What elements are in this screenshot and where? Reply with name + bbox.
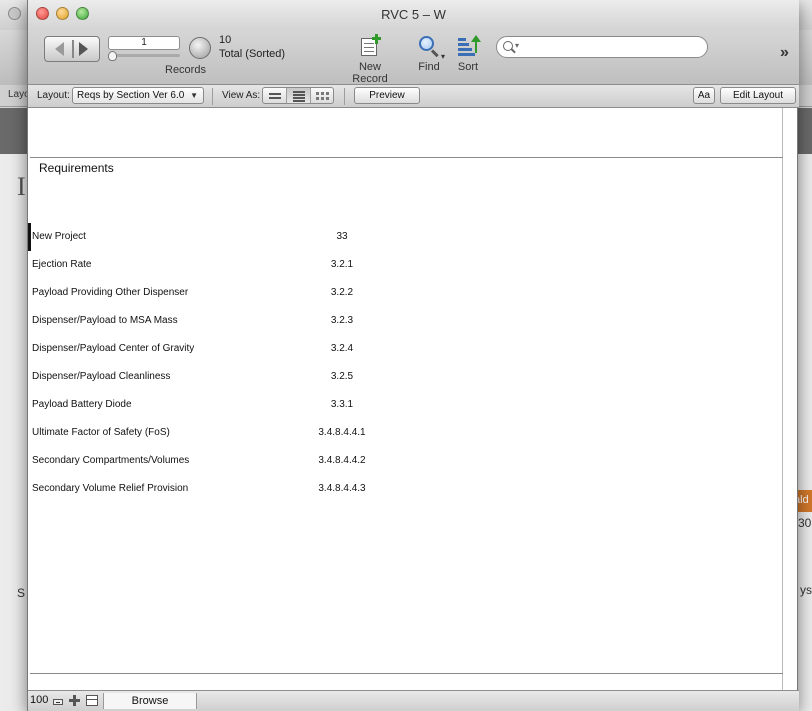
chevron-down-icon: ▼ [190,91,198,100]
requirement-name[interactable]: Dispenser/Payload to MSA Mass [32,315,178,326]
table-row[interactable]: Dispenser/Payload Center of Gravity 3.2.… [30,335,783,363]
zoom-in-icon[interactable] [69,695,80,706]
magnifier-icon: ▾ [417,34,445,61]
requirement-name[interactable]: Secondary Compartments/Volumes [32,455,189,466]
divider [344,88,345,105]
toolbar-overflow-icon[interactable]: » [780,44,789,62]
main-window: RVC 5 – W 1 10 Total (Sorted) Records Ne… [27,0,799,711]
toggle-toolbar-icon[interactable] [86,695,98,706]
report-title: Requirements [39,161,114,175]
table-row[interactable]: Payload Providing Other Dispenser 3.2.2 [30,279,783,307]
list-view-icon[interactable] [287,88,311,103]
layout-label: Layout: [37,90,70,101]
book-spine-icon [72,40,74,58]
preview-button[interactable]: Preview [354,87,420,104]
header-part [30,108,783,158]
found-status: Total (Sorted) [219,48,286,60]
mode-popup[interactable]: Browse [103,693,197,709]
requirement-section[interactable]: 3.2.4 [290,343,394,354]
background-label-ys: ys [800,583,812,597]
table-row[interactable]: New Project 33 [28,223,783,251]
divider [212,88,213,105]
sort-label: Sort [457,61,479,73]
window-title: RVC 5 – W [381,7,446,22]
requirement-name[interactable]: Secondary Volume Relief Provision [32,483,188,494]
previous-record-icon[interactable] [55,42,64,56]
edit-layout-button[interactable]: Edit Layout [720,87,796,104]
table-view-icon[interactable] [311,88,335,103]
record-slider-thumb[interactable] [108,51,117,61]
table-row[interactable]: Payload Battery Diode 3.3.1 [30,391,783,419]
background-title-letter: I [17,172,26,201]
background-close-button[interactable] [8,7,21,20]
active-record-indicator [28,223,31,251]
footer-part-divider [30,673,783,674]
current-record-field[interactable]: 1 [108,36,180,50]
layout-popup-value: Reqs by Section Ver 6.0 [77,90,185,101]
found-count: 10 [219,34,232,46]
requirement-section[interactable]: 3.2.5 [290,371,394,382]
quick-find-input[interactable] [527,40,697,54]
requirement-name[interactable]: Ejection Rate [32,259,91,270]
table-row[interactable]: Dispenser/Payload Cleanliness 3.2.5 [30,363,783,391]
zoom-out-icon[interactable] [53,699,63,705]
quick-find-box[interactable]: ▾ [496,36,708,58]
requirement-name[interactable]: Payload Battery Diode [32,399,132,410]
requirement-name[interactable]: Ultimate Factor of Safety (FoS) [32,427,170,438]
requirement-section[interactable]: 3.4.8.4.4.3 [290,483,394,494]
next-record-icon[interactable] [79,42,88,56]
find-label: Find [418,61,440,73]
formatting-bar-button[interactable]: Aa [693,87,715,104]
background-label-s: S [17,586,26,600]
new-record-label: New Record [352,61,388,85]
requirement-section[interactable]: 3.4.8.4.4.2 [290,455,394,466]
sort-button[interactable]: Sort [451,34,485,73]
sort-icon [456,34,481,58]
requirement-section[interactable]: 3.2.2 [290,287,394,298]
new-record-icon [358,34,382,58]
view-as-label: View As: [222,90,261,101]
requirement-section[interactable]: 33 [290,231,394,242]
new-record-button[interactable]: New Record [340,34,400,85]
report-content: Requirements New Project 33 Ejection Rat… [28,108,783,690]
record-slider[interactable] [108,54,180,57]
find-button[interactable]: ▾ Find [412,34,446,73]
requirement-section[interactable]: 3.2.3 [290,315,394,326]
requirement-section[interactable]: 3.2.1 [290,259,394,270]
requirement-name[interactable]: New Project [32,231,86,242]
requirement-name[interactable]: Payload Providing Other Dispenser [32,287,188,298]
requirement-name[interactable]: Dispenser/Payload Center of Gravity [32,343,194,354]
form-view-icon[interactable] [263,88,287,103]
search-icon[interactable] [503,41,513,51]
view-as-control[interactable] [262,87,334,104]
table-row[interactable]: Secondary Compartments/Volumes 3.4.8.4.4… [30,447,783,475]
table-row[interactable]: Ejection Rate 3.2.1 [30,251,783,279]
layout-popup[interactable]: Reqs by Section Ver 6.0 ▼ [72,87,204,104]
found-set-pie-icon[interactable] [189,37,211,59]
titlebar: RVC 5 – W [28,0,799,30]
table-row[interactable]: Dispenser/Payload to MSA Mass 3.2.3 [30,307,783,335]
toolbar: 1 10 Total (Sorted) Records New Record ▾… [28,30,799,85]
background-value-30: 30 [798,516,812,530]
requirement-name[interactable]: Dispenser/Payload Cleanliness [32,371,170,382]
requirement-section[interactable]: 3.4.8.4.4.1 [290,427,394,438]
records-label: Records [165,64,206,76]
table-row[interactable]: Ultimate Factor of Safety (FoS) 3.4.8.4.… [30,419,783,447]
status-bar: 100 Browse [28,690,799,711]
requirement-section[interactable]: 3.3.1 [290,399,394,410]
zoom-level[interactable]: 100 [30,694,48,706]
table-row[interactable]: Secondary Volume Relief Provision 3.4.8.… [30,475,783,503]
record-navigator[interactable] [44,36,100,62]
chevron-down-icon[interactable]: ▾ [515,41,519,50]
layout-bar: Layout: Reqs by Section Ver 6.0 ▼ View A… [28,85,799,108]
